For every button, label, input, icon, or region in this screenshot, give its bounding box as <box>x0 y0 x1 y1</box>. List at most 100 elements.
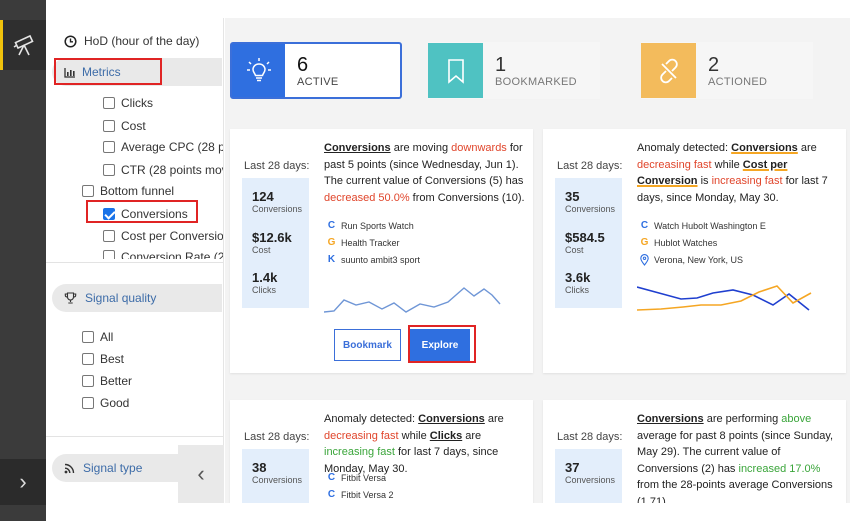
entity-label: Fitbit Versa 2 <box>341 489 394 500</box>
stat-label: Clicks <box>565 285 589 295</box>
entity-label: suunto ambit3 sport <box>341 254 421 265</box>
last-28-days-label: Last 28 days: <box>557 160 623 172</box>
bookmark-button[interactable]: Bookmark <box>334 329 401 361</box>
metric-link[interactable]: Conversions <box>731 142 798 154</box>
checkbox[interactable] <box>103 230 115 242</box>
stat-label: Conversions <box>565 204 616 214</box>
checkbox-label: Cost per Conversion <box>121 229 224 243</box>
entity-campaign[interactable]: C Fitbit Versa <box>325 472 386 483</box>
bottom-funnel-checkbox[interactable]: Bottom funnel <box>82 184 174 198</box>
tile-actioned[interactable]: 2 Actioned <box>641 42 813 99</box>
checkbox[interactable] <box>103 120 115 132</box>
entity-campaign[interactable]: C Fitbit Versa 2 <box>325 489 394 500</box>
narrative-text: Anomaly detected: <box>637 142 732 154</box>
stat-value: $584.5 <box>565 230 605 245</box>
stat-label: Cost <box>565 245 584 255</box>
entity-label: Watch Hubolt Washington E <box>654 220 766 231</box>
hod-filter[interactable]: HoD (hour of the day) <box>64 34 199 48</box>
stats-box: 38 Conversions <box>242 449 309 503</box>
narrative-text: are <box>462 429 482 442</box>
checkbox[interactable] <box>103 250 115 259</box>
entity-location[interactable]: Verona, New York, US <box>638 254 743 266</box>
metrics-highlight <box>54 58 162 85</box>
entity-campaign[interactable]: C Run Sports Watch <box>325 220 414 231</box>
checkbox-label: Cost <box>121 119 146 133</box>
checkbox[interactable] <box>82 185 94 197</box>
trend-text: downwards <box>451 142 507 154</box>
tile-count: 2 <box>708 53 720 76</box>
app-rail: › <box>0 0 46 521</box>
funnel-checkbox-cost-per-conversion[interactable]: Cost per Conversion <box>103 229 224 243</box>
checkbox[interactable] <box>82 397 94 409</box>
trend-text: decreasing fast <box>637 158 712 171</box>
metric-link[interactable]: Conversions <box>324 142 391 154</box>
sparkline-chart <box>324 287 501 313</box>
entity-adgroup[interactable]: G Health Tracker <box>325 237 400 248</box>
entity-label: Run Sports Watch <box>341 220 414 231</box>
entity-keyword[interactable]: Ksuunto ambit3 sport <box>325 254 420 265</box>
signal-type-label: Signal type <box>83 461 143 475</box>
entity-label: Fitbit Versa <box>341 472 387 483</box>
metric-checkbox-avg-cpc[interactable]: Average CPC (28 p <box>103 140 224 154</box>
checkbox[interactable] <box>103 97 115 109</box>
metric-checkbox-clicks[interactable]: Clicks <box>103 96 153 110</box>
collapse-panel-button[interactable]: ‹ <box>178 445 224 503</box>
change-text: increased 17.0% <box>738 462 821 475</box>
campaign-icon: C <box>640 220 649 231</box>
stat-value: $12.6k <box>252 230 292 245</box>
trophy-icon <box>64 292 77 304</box>
stat-value: 124 <box>252 189 274 204</box>
trend-text: above <box>781 413 812 425</box>
stat-value: 35 <box>565 189 580 204</box>
checkbox[interactable] <box>103 141 115 153</box>
stat-value: 1.4k <box>252 270 278 285</box>
tile-bookmarked[interactable]: 1 Bookmarked <box>428 42 600 99</box>
metric-link[interactable]: Conversions <box>637 413 704 425</box>
narrative-text: are moving <box>390 142 452 154</box>
narrative-text: Anomaly detected: <box>324 413 419 425</box>
checkbox[interactable] <box>103 164 115 176</box>
funnel-checkbox-conversion-rate[interactable]: Conversion Rate (2 <box>103 250 223 259</box>
signal-card: Last 28 days: 35 Conversions $584.5 Cost… <box>543 129 846 373</box>
checkbox[interactable] <box>82 331 94 343</box>
metric-link[interactable]: Clicks <box>430 430 462 442</box>
filter-panel: HoD (hour of the day) Metrics Clicks Cos… <box>46 18 224 503</box>
stats-box: 124 Conversions $12.6k Cost 1.4k Clicks <box>242 178 309 308</box>
narrative-text: while <box>398 429 430 442</box>
signal-quality-section[interactable]: Signal quality <box>52 284 222 312</box>
checkbox-label: Clicks <box>121 96 153 110</box>
checkbox-label: Best <box>100 352 125 366</box>
checkbox-label: Good <box>100 396 130 410</box>
stat-label: Conversions <box>252 475 303 485</box>
quality-checkbox-best[interactable]: Best <box>82 352 124 366</box>
stat-label: Conversions <box>565 475 616 485</box>
stat-value: 38 <box>252 460 267 475</box>
stat-label: Clicks <box>252 285 276 295</box>
tile-active[interactable]: 6 Active <box>230 42 402 99</box>
signal-narrative: Conversions are moving downwards for pas… <box>324 140 529 206</box>
quality-checkbox-better[interactable]: Better <box>82 374 132 388</box>
cost-per-conversion-line <box>637 285 812 311</box>
metric-checkbox-cost[interactable]: Cost <box>103 119 146 133</box>
entity-label: Hublot Watches <box>654 237 718 248</box>
quality-checkbox-good[interactable]: Good <box>82 396 129 410</box>
checkbox-label: Average CPC (28 p <box>121 140 224 154</box>
entity-campaign[interactable]: C Watch Hubolt Washington E <box>638 220 766 231</box>
adgroup-icon: G <box>327 237 336 248</box>
checkbox[interactable] <box>82 353 94 365</box>
narrative-text: from Conversions (10). <box>409 191 525 204</box>
stat-value: 3.6k <box>565 270 591 285</box>
chevron-right-icon[interactable]: › <box>0 459 46 505</box>
entity-adgroup[interactable]: G Hublot Watches <box>638 237 718 248</box>
checkbox[interactable] <box>82 375 94 387</box>
narrative-text: is <box>697 175 712 187</box>
campaign-icon: C <box>327 220 336 231</box>
quality-checkbox-all[interactable]: All <box>82 330 113 344</box>
metric-checkbox-ctr[interactable]: CTR (28 points mov... <box>103 163 223 177</box>
tile-label: Bookmarked <box>495 75 577 88</box>
tile-label: Actioned <box>708 75 768 88</box>
checkbox-label: Better <box>100 374 133 388</box>
narrative-text: from the 28-points average Conversions (… <box>637 479 833 503</box>
metric-link[interactable]: Conversions <box>418 413 485 425</box>
telescope-icon[interactable] <box>0 20 46 70</box>
